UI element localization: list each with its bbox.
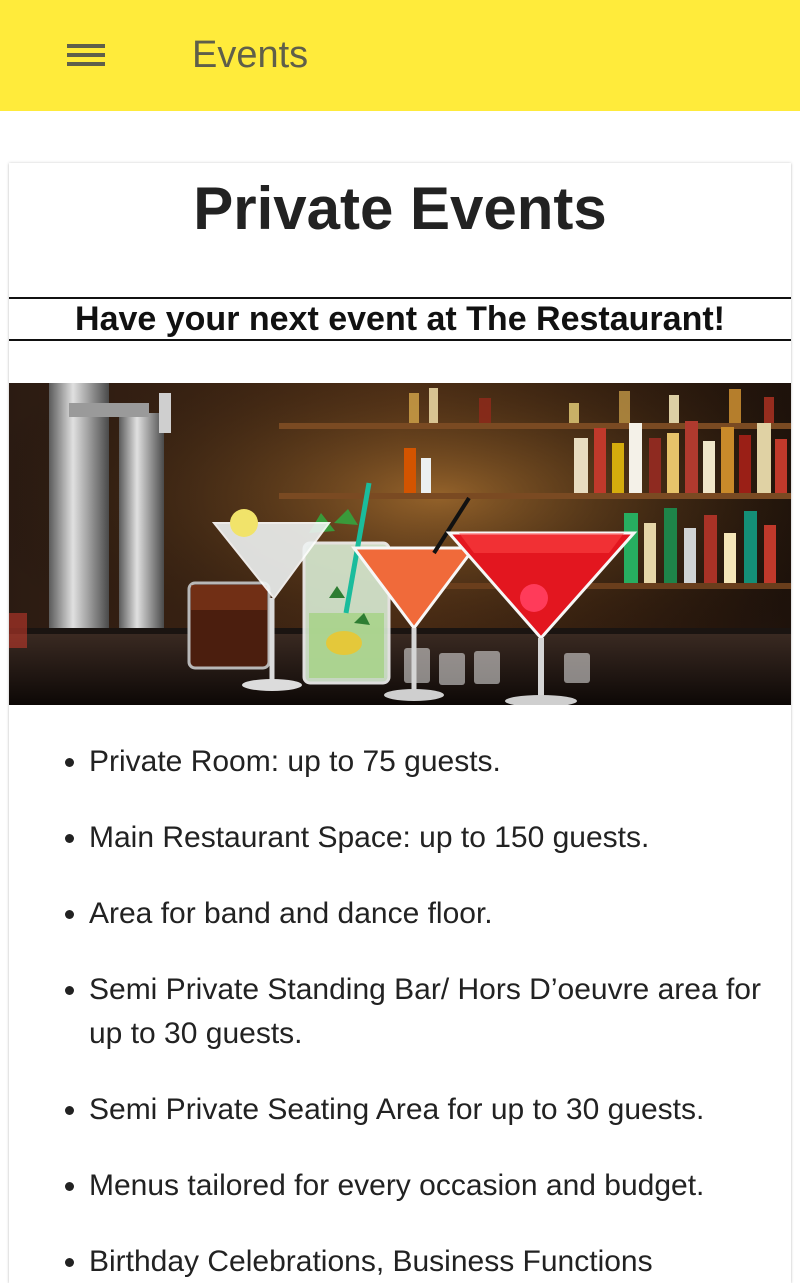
bar-cocktails-image — [9, 383, 791, 705]
menu-button[interactable] — [56, 31, 116, 79]
app-bar-title: Events — [192, 34, 309, 76]
list-item: Semi Private Seating Area for up to 30 g… — [89, 1088, 771, 1132]
list-item: Private Room: up to 75 guests. — [89, 740, 771, 784]
page-subtitle: Have your next event at The Restaurant! — [75, 300, 725, 338]
hamburger-menu-icon — [67, 42, 105, 68]
list-item: Area for band and dance floor. — [89, 892, 771, 936]
content-card: Private Events Have your next event at T… — [9, 163, 791, 1283]
subtitle-band: Have your next event at The Restaurant! — [9, 297, 791, 341]
list-item: Birthday Celebrations, Business Function… — [89, 1240, 771, 1283]
features-list: Private Room: up to 75 guests. Main Rest… — [9, 718, 791, 1283]
page-title: Private Events — [193, 175, 607, 242]
list-item: Main Restaurant Space: up to 150 guests. — [89, 816, 771, 860]
list-item: Menus tailored for every occasion and bu… — [89, 1164, 771, 1208]
app-bar: Events — [0, 0, 800, 111]
list-item: Semi Private Standing Bar/ Hors D’oeuvre… — [89, 968, 771, 1056]
